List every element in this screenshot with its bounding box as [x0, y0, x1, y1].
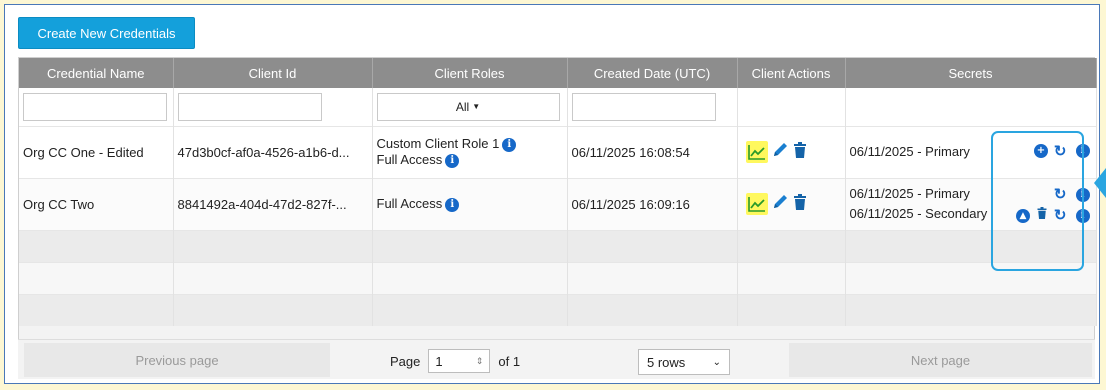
- credential-name-cell: Org CC Two: [19, 177, 174, 230]
- info-icon[interactable]: i: [1075, 187, 1090, 202]
- client-actions-cell: [737, 125, 846, 178]
- caret-down-icon: ▼: [472, 102, 481, 112]
- page-number-input[interactable]: 1 ⇕: [428, 349, 491, 373]
- client-roles-cell: Custom Client Role 1i Full Access i: [372, 125, 568, 178]
- col-created-date[interactable]: Created Date (UTC): [567, 58, 738, 88]
- chevron-down-icon: ⌄: [712, 356, 721, 368]
- usage-chart-icon[interactable]: [745, 192, 768, 215]
- upload-secret-icon[interactable]: ▲: [1015, 208, 1030, 223]
- page-indicator: Page 1 ⇕ of 1: [390, 349, 520, 373]
- created-date-cell: 06/11/2025 16:09:16: [567, 177, 738, 230]
- credentials-grid: Credential Name Client Id Client Roles C…: [18, 57, 1097, 379]
- empty-row: [19, 293, 1097, 326]
- info-icon[interactable]: i: [445, 153, 460, 168]
- client-roles-cell: Full Access i: [372, 177, 568, 230]
- table-row: Org CC Two 8841492a-404d-47d2-827f-... F…: [19, 177, 1097, 230]
- filter-created-date-input[interactable]: [571, 92, 716, 121]
- info-icon[interactable]: i: [1075, 208, 1090, 223]
- secrets-cell: 06/11/2025 - Primary 06/11/2025 - Second…: [845, 177, 1097, 230]
- filter-roles-value: All: [455, 99, 470, 114]
- page-label: Page: [390, 353, 421, 369]
- col-client-id[interactable]: Client Id: [173, 58, 373, 88]
- rows-per-page-select[interactable]: 5 rows ⌄: [638, 349, 730, 375]
- role-label: Full Access: [376, 152, 443, 167]
- page-total-label: of 1: [498, 353, 521, 369]
- rotate-icon[interactable]: ↻: [1054, 206, 1067, 226]
- trash-icon[interactable]: [792, 141, 808, 162]
- empty-row: [19, 261, 1097, 294]
- empty-row: [19, 229, 1097, 262]
- stepper-icon[interactable]: ⇕: [476, 356, 484, 367]
- role-label: Custom Client Role 1: [376, 136, 500, 151]
- credential-name-cell: Org CC One - Edited: [19, 125, 174, 178]
- filter-credential-name-input[interactable]: [23, 92, 167, 121]
- annotation-arrow-icon: [1094, 168, 1106, 198]
- trash-icon[interactable]: [1036, 206, 1048, 226]
- filter-client-id-input[interactable]: [177, 92, 322, 121]
- client-id-cell: 47d3b0cf-af0a-4526-a1b6-d...: [173, 125, 373, 178]
- info-icon[interactable]: i: [502, 137, 517, 152]
- role-label: Full Access: [376, 196, 443, 212]
- credentials-panel: Create New Credentials Credential Name C…: [4, 4, 1100, 384]
- filter-roles-select[interactable]: All ▼: [376, 92, 560, 121]
- rotate-icon[interactable]: ↻: [1054, 185, 1067, 205]
- filter-row: All ▼: [19, 88, 1097, 126]
- pencil-icon[interactable]: [771, 141, 789, 162]
- table-row: Org CC One - Edited 47d3b0cf-af0a-4526-a…: [19, 125, 1097, 178]
- created-date-cell: 06/11/2025 16:08:54: [567, 125, 738, 178]
- info-icon[interactable]: i: [445, 197, 460, 212]
- secrets-cell: 06/11/2025 - Primary + ↻ i: [845, 125, 1097, 178]
- pencil-icon[interactable]: [771, 193, 789, 214]
- col-client-actions: Client Actions: [737, 58, 846, 88]
- client-id-cell: 8841492a-404d-47d2-827f-...: [173, 177, 373, 230]
- previous-page-button[interactable]: Previous page: [24, 343, 330, 377]
- create-new-credentials-button[interactable]: Create New Credentials: [18, 17, 195, 49]
- col-credential-name[interactable]: Credential Name: [19, 58, 174, 88]
- header-row: Credential Name Client Id Client Roles C…: [19, 58, 1097, 88]
- client-actions-cell: [737, 177, 846, 230]
- page-number-value: 1: [435, 353, 443, 369]
- rotate-icon[interactable]: ↻: [1054, 142, 1067, 160]
- pagination-bar: Previous page Page 1 ⇕ of 1 5 rows ⌄ Nex…: [18, 339, 1095, 379]
- col-client-roles[interactable]: Client Roles: [372, 58, 568, 88]
- next-page-button[interactable]: Next page: [789, 343, 1092, 377]
- rows-per-page-value: 5 rows: [647, 354, 686, 370]
- trash-icon[interactable]: [792, 193, 808, 214]
- usage-chart-icon[interactable]: [745, 140, 768, 163]
- col-secrets: Secrets: [845, 58, 1097, 88]
- add-secret-icon[interactable]: +: [1033, 143, 1048, 158]
- info-icon[interactable]: i: [1075, 143, 1090, 158]
